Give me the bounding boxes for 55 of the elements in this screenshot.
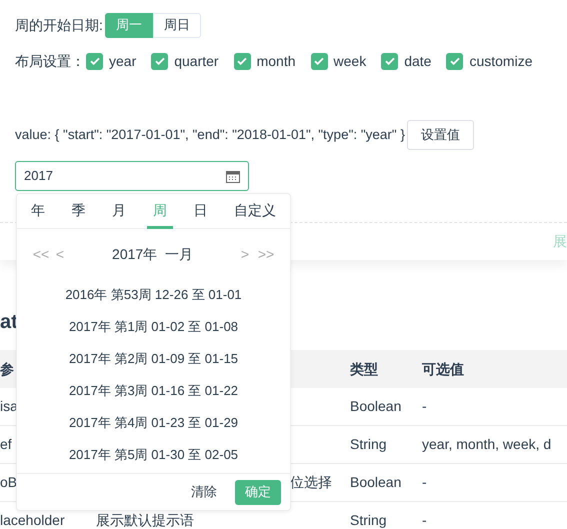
table-cell: ef (0, 436, 12, 452)
table-cell: - (422, 512, 427, 528)
checkbox-label: month (256, 52, 296, 70)
field-label: 周的开始日期: (15, 16, 103, 34)
table-cell: 位选择 (290, 474, 332, 490)
column-header: 类型 (350, 360, 378, 376)
checkbox-label: year (109, 52, 136, 71)
field-label: 布局设置： (15, 52, 85, 70)
check-icon (448, 55, 461, 67)
set-value-button[interactable]: 设置值 (406, 120, 474, 150)
check-icon (384, 55, 396, 67)
value-text: value: { "start": "2017-01-01", "end": "2018-01-01", "type": "year" } (15, 126, 405, 144)
table-cell: String (350, 512, 387, 528)
column-header: 参 (0, 360, 14, 376)
picker-tab[interactable]: 日 (187, 194, 214, 229)
check-icon (88, 55, 100, 67)
checkbox-label: customize (469, 52, 532, 70)
table-cell: oB (0, 474, 18, 490)
week-option[interactable]: 2016年 第53周 12-26 至 01-01 (65, 285, 242, 305)
check-icon (313, 55, 326, 67)
picker-tab[interactable]: 年 (25, 194, 51, 229)
checkbox-label: week (334, 52, 366, 70)
checkbox[interactable] (381, 52, 398, 70)
checkbox[interactable] (446, 52, 464, 70)
table-cell: - (422, 398, 427, 414)
checkbox-label: quarter (174, 52, 219, 71)
week-option[interactable]: 2017年 第3周 01-16 至 01-22 (68, 381, 238, 401)
table-cell: - (422, 474, 427, 490)
checkbox[interactable] (234, 52, 251, 70)
calendar-icon (226, 170, 240, 182)
column-header: 可选值 (422, 360, 464, 376)
section-heading: at (0, 310, 18, 334)
table-cell: String (350, 436, 387, 452)
month-title: 2017年 一月 (111, 244, 194, 264)
checkbox[interactable] (86, 52, 103, 70)
picker-tab[interactable]: 季 (66, 194, 92, 229)
week-option[interactable]: 2017年 第2周 01-09 至 01-15 (68, 349, 238, 369)
week-option[interactable]: 2017年 第1周 01-02 至 01-08 (68, 317, 238, 337)
picker-tab[interactable]: 月 (106, 194, 132, 229)
week-option[interactable]: 2017年 第5周 01-30 至 02-05 (68, 445, 238, 465)
table-cell: laceholder (0, 512, 65, 528)
checkbox[interactable] (310, 52, 328, 70)
check-icon (154, 55, 166, 67)
clear-button[interactable]: 清除 (191, 482, 217, 502)
date-input[interactable]: 2017 (15, 161, 249, 191)
segment-button[interactable]: 周日 (152, 12, 201, 38)
checkbox-label: date (404, 52, 432, 70)
table-cell: 展示默认提示语 (96, 512, 194, 528)
picker-tab[interactable]: 自定义 (228, 194, 282, 229)
table-cell: Boolean (350, 398, 402, 414)
week-option[interactable]: 2017年 第4周 01-23 至 01-29 (68, 413, 238, 433)
check-icon (236, 55, 248, 67)
table-cell: Boolean (350, 474, 402, 490)
table-cell: year, month, week, d (422, 436, 552, 452)
checkbox[interactable] (151, 52, 168, 70)
